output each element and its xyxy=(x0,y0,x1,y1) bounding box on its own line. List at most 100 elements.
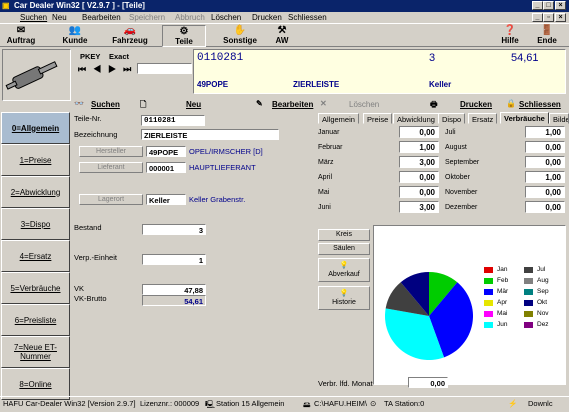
verp-field[interactable]: 1 xyxy=(142,254,206,265)
toolbar-aw[interactable]: ⚒ AW xyxy=(270,25,294,45)
month-value[interactable]: 0,00 xyxy=(525,201,565,213)
info-part-no: 0110281 xyxy=(197,52,244,64)
verbr-label: Verbr. lfd. Monat xyxy=(318,379,373,388)
menu-neu[interactable]: Neu xyxy=(52,13,67,22)
nav-verbraeuche[interactable]: 5=Verbräuche xyxy=(1,272,70,304)
mdi-restore-button[interactable]: ▫ xyxy=(543,13,554,22)
tab-abwicklung[interactable]: Abwicklung xyxy=(393,113,439,124)
info-name: ZIERLEISTE xyxy=(293,80,340,89)
bezeichnung-field[interactable]: ZIERLEISTE xyxy=(141,129,279,140)
teile-nr-field[interactable]: 0110281 xyxy=(141,115,205,126)
month-value[interactable]: 0,00 xyxy=(525,186,565,198)
menu-suchen[interactable]: Suchen xyxy=(20,13,47,22)
legend-label: Apr xyxy=(497,299,508,306)
hersteller-button[interactable]: Hersteller xyxy=(79,146,143,157)
vk-field[interactable]: 47,88 xyxy=(142,284,206,295)
historie-button[interactable]: 💡 Historie xyxy=(318,286,370,310)
prev-record-icon[interactable]: ◀ xyxy=(93,64,108,74)
schliessen-button[interactable]: Schliessen xyxy=(519,100,561,109)
envelope-icon: ✉ xyxy=(16,25,26,36)
nav-allgemein[interactable]: 0=Allgemein xyxy=(1,112,70,144)
legend-swatch xyxy=(484,277,493,284)
binoculars-icon: 👓 xyxy=(74,99,84,108)
info-qty: 3 xyxy=(429,52,436,64)
first-record-icon[interactable]: ⏮ xyxy=(78,64,93,74)
legend-item: Aug xyxy=(524,277,549,284)
hersteller-code-field[interactable]: 49POPE xyxy=(146,146,186,157)
suchen-button[interactable]: Suchen xyxy=(91,100,120,109)
month-value[interactable]: 0,00 xyxy=(399,171,439,183)
abverkauf-button[interactable]: 💡 Abverkauf xyxy=(318,258,370,282)
status-ta: TA Station:0 xyxy=(384,399,425,408)
month-value[interactable]: 1,00 xyxy=(525,171,565,183)
saeulen-button[interactable]: Säulen xyxy=(318,243,370,255)
lock-icon: 🔒 xyxy=(506,99,516,108)
lagerort-field[interactable]: Keller xyxy=(146,194,186,205)
month-value[interactable]: 1,00 xyxy=(525,126,565,138)
car-icon: 🚗 xyxy=(123,25,137,36)
menu-schliessen[interactable]: Schliessen xyxy=(288,13,327,22)
nav-preise[interactable]: 1=Preise xyxy=(1,144,70,176)
edit-icon: ✎ xyxy=(256,99,263,108)
mdi-close-button[interactable]: × xyxy=(555,13,566,22)
nav-preisliste[interactable]: 6=Preisliste xyxy=(1,304,70,336)
legend-item: Feb xyxy=(484,277,508,284)
month-value[interactable]: 0,00 xyxy=(399,126,439,138)
toolbar-hilfe[interactable]: ❓ Hilfe xyxy=(498,25,522,45)
legend-swatch xyxy=(524,277,533,284)
kreis-button[interactable]: Kreis xyxy=(318,229,370,241)
info-price: 54,61 xyxy=(511,52,539,64)
close-button[interactable]: × xyxy=(555,1,566,10)
search-input[interactable] xyxy=(137,63,192,74)
record-navigator: ⏮◀▶⏭ xyxy=(78,64,138,75)
tab-verbraeuche[interactable]: Verbräuche xyxy=(500,112,549,124)
menu-speichern[interactable]: Speichern xyxy=(129,13,165,22)
minimize-button[interactable]: _ xyxy=(532,1,543,10)
month-value[interactable]: 0,00 xyxy=(399,186,439,198)
month-value[interactable]: 3,00 xyxy=(399,156,439,168)
mdi-minimize-button[interactable]: _ xyxy=(532,13,543,22)
next-record-icon[interactable]: ▶ xyxy=(108,64,123,74)
legend-swatch xyxy=(524,310,533,317)
loeschen-button[interactable]: Löschen xyxy=(349,100,379,109)
menu-loeschen[interactable]: Löschen xyxy=(211,13,241,22)
menu-bearbeiten[interactable]: Bearbeiten xyxy=(82,13,121,22)
legend-item: Jun xyxy=(484,321,507,328)
tab-preise[interactable]: Preise xyxy=(363,113,393,124)
nav-dispo[interactable]: 3=Dispo xyxy=(1,208,70,240)
legend-label: Sep xyxy=(537,288,549,295)
toolbar-ende[interactable]: 🚪 Ende xyxy=(535,25,559,45)
month-value[interactable]: 3,00 xyxy=(399,201,439,213)
month-value[interactable]: 0,00 xyxy=(525,141,565,153)
toolbar-teile[interactable]: ⚙ Teile xyxy=(162,25,206,47)
drucken-button[interactable]: Drucken xyxy=(460,100,492,109)
lieferant-button[interactable]: Lieferant xyxy=(79,162,143,173)
legend-label: Okt xyxy=(537,299,548,306)
bearbeiten-button[interactable]: Bearbeiten xyxy=(272,100,313,109)
month-label: Juli xyxy=(445,129,456,136)
tab-allgemein[interactable]: Allgemein xyxy=(318,113,359,124)
lagerort-button[interactable]: Lagerort xyxy=(79,194,143,205)
month-value[interactable]: 0,00 xyxy=(525,156,565,168)
toolbar-sonstige[interactable]: ✋ Sonstige xyxy=(220,25,260,45)
tab-bilder[interactable]: Bilder xyxy=(549,113,569,124)
toolbar-auftrag[interactable]: ✉ Auftrag xyxy=(6,25,36,45)
nav-neue-et-nummer[interactable]: 7=Neue ET-Nummer xyxy=(1,336,70,368)
neu-button[interactable]: Neu xyxy=(186,100,201,109)
month-value[interactable]: 1,00 xyxy=(399,141,439,153)
lieferant-code-field[interactable]: 000001 xyxy=(146,162,186,173)
maximize-button[interactable]: □ xyxy=(543,1,554,10)
toolbar-fahrzeug[interactable]: 🚗 Fahrzeug xyxy=(108,25,152,45)
tab-ersatz[interactable]: Ersatz xyxy=(468,113,498,124)
nav-abwicklung[interactable]: 2=Abwicklung xyxy=(1,176,70,208)
menu-drucken[interactable]: Drucken xyxy=(252,13,282,22)
nav-ersatz[interactable]: 4=Ersatz xyxy=(1,240,70,272)
toolbar-kunde[interactable]: 👥 Kunde xyxy=(60,25,90,45)
teile-nr-label: Teile-Nr. xyxy=(74,114,102,123)
bestand-field[interactable]: 3 xyxy=(142,224,206,235)
tab-dispo[interactable]: Dispo xyxy=(438,113,466,124)
status-version: HAFU Car-Dealer Win32 [Version 2.9.7] xyxy=(3,399,136,408)
menu-abbruch[interactable]: Abbruch xyxy=(175,13,205,22)
last-record-icon[interactable]: ⏭ xyxy=(123,64,138,74)
legend-item: Jul xyxy=(524,266,545,273)
